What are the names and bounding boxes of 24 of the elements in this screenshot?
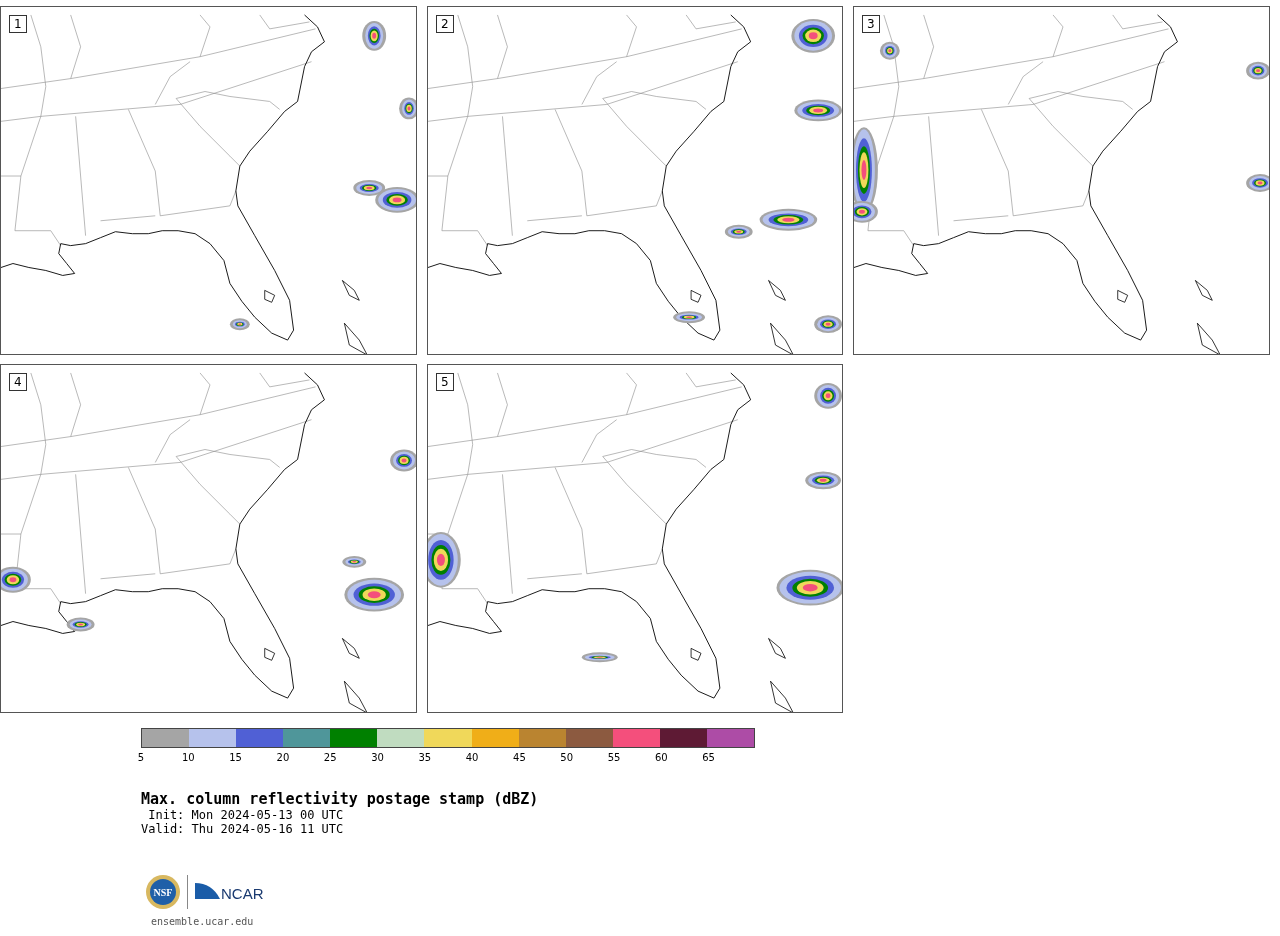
member-number: 2 <box>436 15 454 33</box>
tick-label: 50 <box>560 752 574 763</box>
tick-label: 10 <box>181 752 195 763</box>
member-number: 1 <box>9 15 27 33</box>
tick-label: 65 <box>702 752 715 763</box>
tick-label: 25 <box>323 752 337 763</box>
tick-label: 5 <box>137 752 145 763</box>
tick-label: 30 <box>371 752 384 763</box>
tick-label: 20 <box>276 752 290 763</box>
valid-time: Valid: Thu 2024-05-16 11 UTC <box>141 822 345 836</box>
member-number: 4 <box>9 373 27 391</box>
member-number: 5 <box>436 373 454 391</box>
tick-label: 35 <box>418 752 432 763</box>
chart-title: Max. column reflectivity postage stamp (dBZ) <box>141 790 540 808</box>
tick-label: 60 <box>654 752 668 763</box>
nsf-logo: NSF <box>145 874 181 910</box>
init-time: Init: Mon 2024-05-13 00 UTC <box>147 808 345 822</box>
tick-label: 45 <box>513 752 526 763</box>
tick-label: 15 <box>229 752 242 763</box>
tick-label: 40 <box>465 752 479 763</box>
member-number: 3 <box>862 15 880 33</box>
ncar-logo: NCAR <box>194 881 268 903</box>
site-url: ensemble.ucar.edu <box>151 916 255 927</box>
tick-label: 55 <box>607 752 621 763</box>
